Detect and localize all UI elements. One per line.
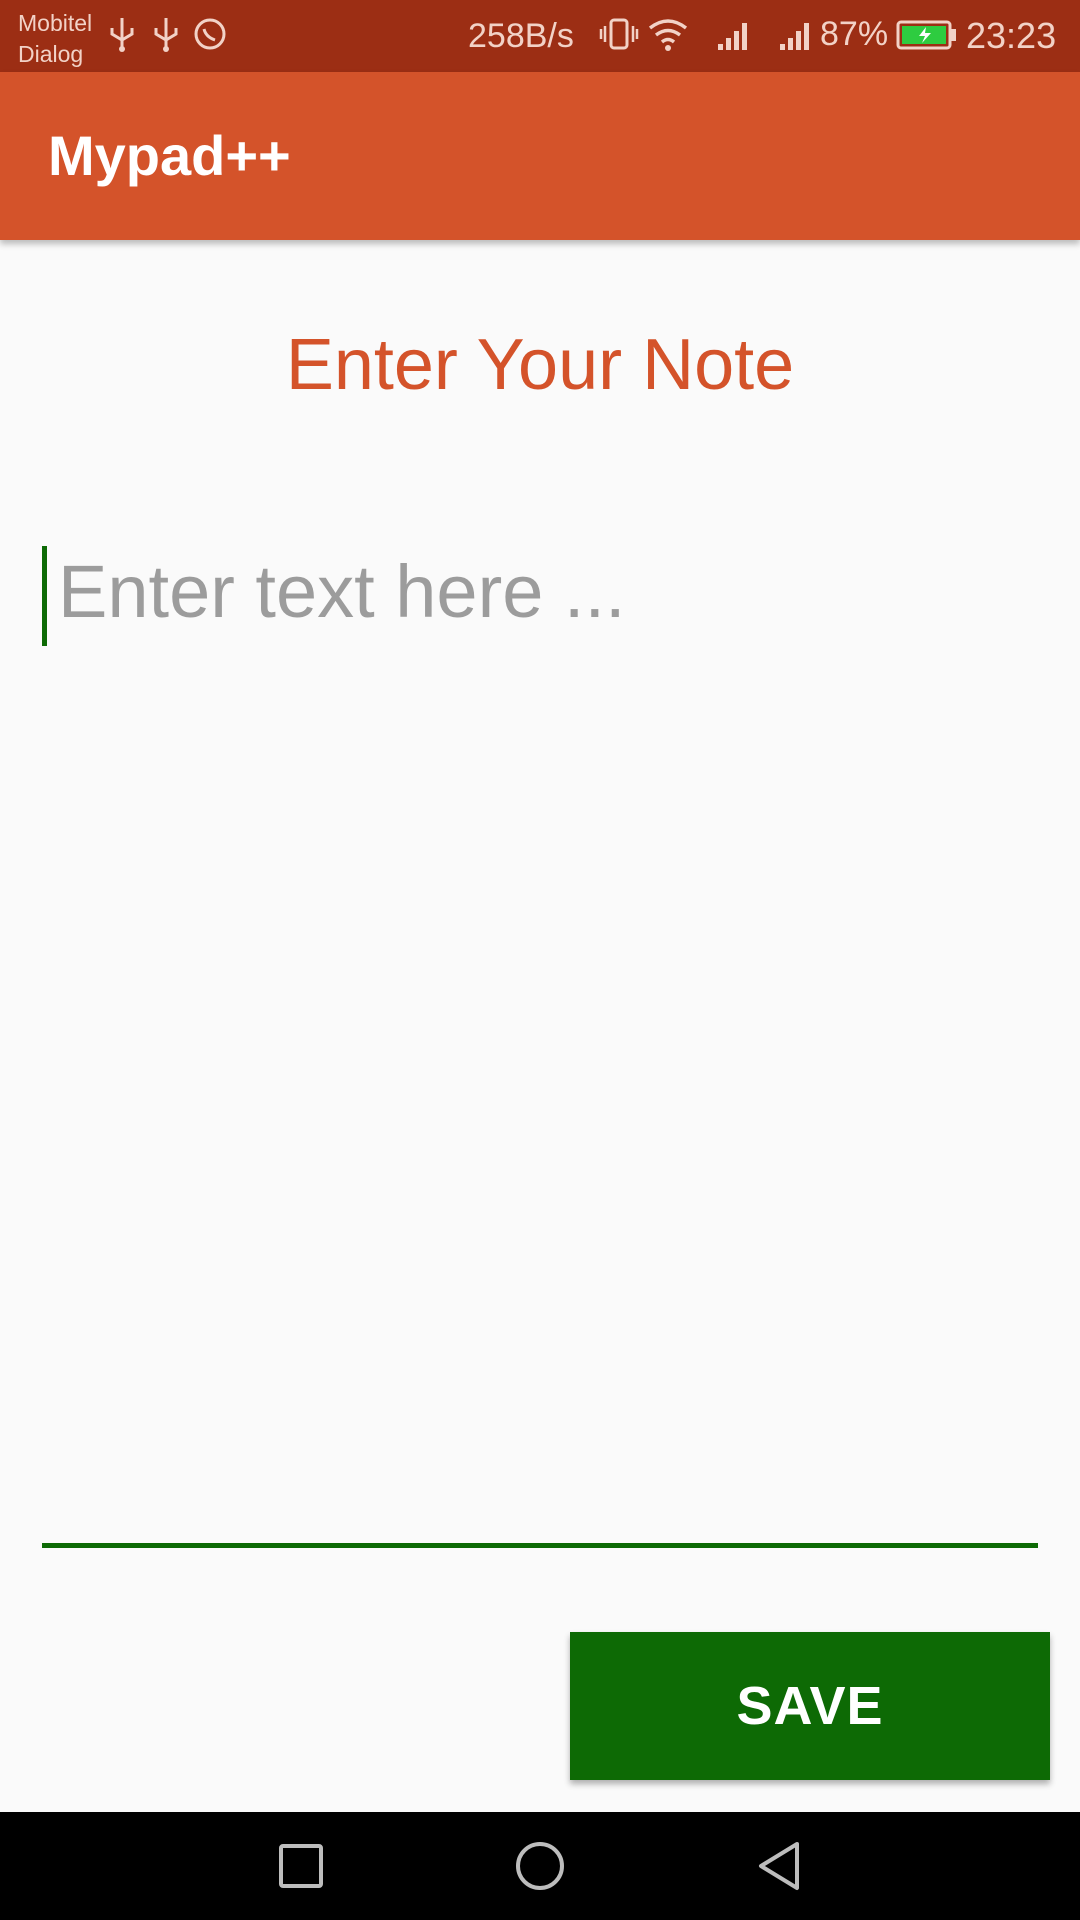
home-icon[interactable] [505, 1834, 575, 1898]
signal-icon [718, 23, 747, 50]
navigation-bar [0, 1812, 1080, 1920]
input-underline [42, 1543, 1038, 1548]
status-bar: Mobitel Dialog 258B/s 87% 23:23 [0, 0, 1080, 72]
recents-icon[interactable] [266, 1834, 336, 1898]
app-bar: Mypad++ [0, 72, 1080, 240]
carrier-name-1: Mobitel [18, 10, 93, 36]
page-heading: Enter Your Note [285, 325, 795, 405]
text-cursor [42, 546, 47, 646]
usb-icon [110, 18, 134, 52]
battery-charging-icon [896, 20, 956, 50]
note-input[interactable] [58, 540, 1028, 1500]
app-title: Mypad++ [48, 124, 291, 187]
vibrate-icon [599, 18, 639, 50]
wifi-icon [648, 19, 688, 51]
network-speed: 258B/s [468, 17, 574, 55]
note-editor [42, 540, 1038, 1550]
usb-icon [154, 18, 178, 52]
carrier-info: Mobitel Dialog [18, 8, 92, 70]
back-icon[interactable] [745, 1834, 815, 1898]
carrier-name-2: Dialog [18, 41, 84, 67]
whatsapp-icon [194, 18, 226, 50]
battery-percent: 87% [820, 15, 889, 53]
clock: 23:23 [966, 15, 1057, 56]
signal-icon [780, 23, 809, 50]
save-button[interactable]: SAVE [570, 1632, 1050, 1780]
